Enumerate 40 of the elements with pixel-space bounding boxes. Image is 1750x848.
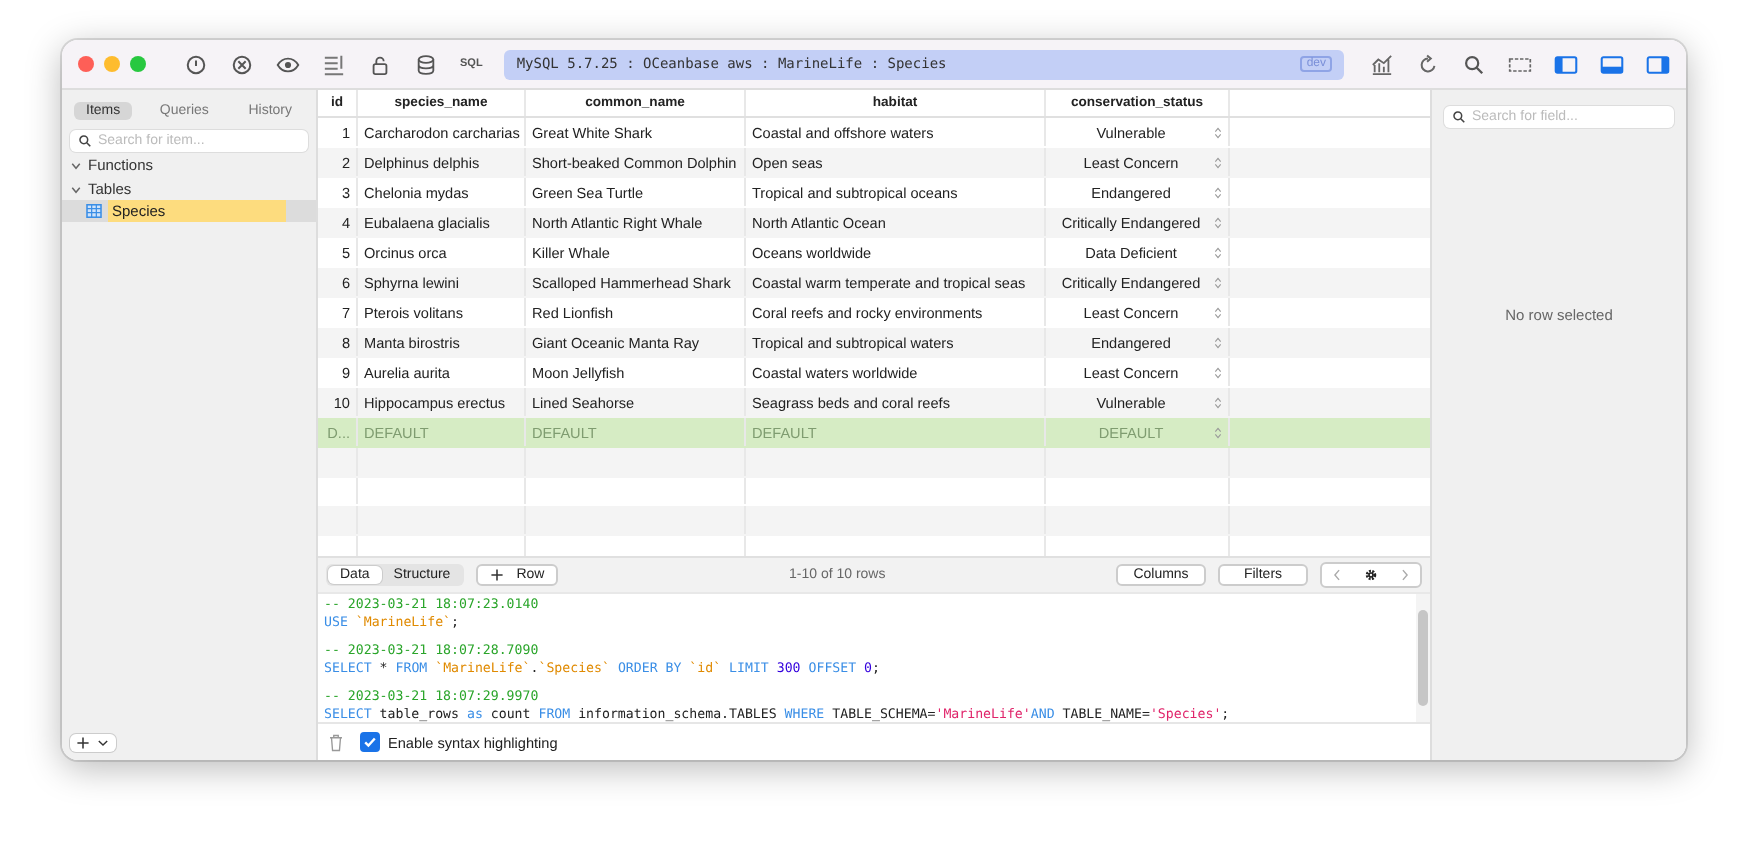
left-panel-toggle-icon[interactable] (1554, 53, 1578, 75)
cancel-icon[interactable] (230, 53, 254, 75)
list-icon[interactable] (322, 53, 346, 75)
gear-icon[interactable] (1364, 568, 1378, 582)
chevron-down-icon (96, 736, 110, 750)
stepper-icon[interactable] (1214, 125, 1222, 139)
stepper-icon[interactable] (1214, 365, 1222, 379)
close-window-button[interactable] (78, 56, 94, 72)
stepper-icon[interactable] (1214, 335, 1222, 349)
bottom-panel-toggle-icon[interactable] (1600, 53, 1624, 75)
stepper-icon[interactable] (1214, 275, 1222, 289)
stepper-icon[interactable] (1214, 155, 1222, 169)
chevron-right-icon[interactable] (1398, 568, 1412, 582)
stepper-icon[interactable] (1214, 425, 1222, 439)
chart-icon[interactable] (1370, 53, 1394, 75)
stepper-icon[interactable] (1214, 215, 1222, 229)
stepper-icon[interactable] (1214, 245, 1222, 259)
lock-icon[interactable] (368, 53, 392, 75)
stepper-icon[interactable] (1214, 305, 1222, 319)
search-icon[interactable] (1462, 53, 1486, 75)
scrollbar-thumb[interactable] (1418, 610, 1428, 706)
eye-icon[interactable] (276, 53, 300, 75)
refresh-icon[interactable] (1416, 53, 1440, 75)
chevron-icon[interactable] (70, 183, 82, 195)
stepper-icon[interactable] (1214, 185, 1222, 199)
checkbox[interactable] (360, 732, 380, 752)
right-panel-toggle-icon[interactable] (1646, 53, 1670, 75)
chevron-left-icon[interactable] (1330, 568, 1344, 582)
trash-icon[interactable] (328, 733, 344, 751)
search-icon (78, 134, 92, 148)
search-icon (1452, 110, 1466, 124)
chevron-icon[interactable] (70, 159, 82, 171)
columns-icon[interactable] (1508, 53, 1532, 75)
database-icon[interactable] (414, 53, 438, 75)
plus-icon (76, 736, 90, 750)
plus-icon (490, 568, 505, 582)
stepper-icon[interactable] (1214, 395, 1222, 409)
table-icon (86, 204, 102, 218)
add-menu-button[interactable] (70, 734, 116, 752)
power-icon[interactable] (184, 53, 208, 75)
